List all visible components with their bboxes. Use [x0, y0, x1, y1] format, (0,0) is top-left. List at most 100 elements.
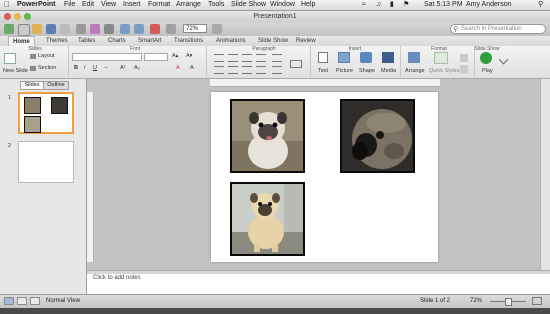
tab-outline[interactable]: Outline — [43, 81, 69, 90]
menu-insert[interactable]: Insert — [123, 0, 141, 10]
wifi-icon[interactable]: ≈ — [362, 0, 366, 10]
font-size-field[interactable] — [144, 53, 168, 61]
fit-to-window-icon[interactable] — [532, 297, 542, 305]
tab-transitions[interactable]: Transitions — [170, 36, 207, 46]
undo-icon[interactable] — [120, 24, 130, 34]
tab-slides[interactable]: Slides — [20, 81, 44, 90]
slide-thumbnail-2[interactable] — [18, 141, 74, 183]
apple-menu-icon[interactable]:  — [4, 0, 10, 10]
play-icon[interactable] — [480, 52, 492, 64]
shape-fill-icon[interactable] — [460, 54, 468, 62]
align-right-icon[interactable] — [242, 66, 252, 74]
menu-arrange[interactable]: Arrange — [176, 0, 201, 10]
notes-placeholder[interactable]: Click to add notes — [93, 275, 141, 281]
text-direction-icon[interactable] — [272, 54, 282, 62]
horizontal-ruler[interactable] — [210, 79, 440, 87]
zoom-slider-thumb[interactable] — [505, 298, 512, 306]
redo-icon[interactable] — [134, 24, 144, 34]
spotlight-icon[interactable]: ⚲ — [538, 0, 543, 10]
tab-review[interactable]: Review — [292, 36, 320, 46]
media-button[interactable]: Media — [381, 68, 396, 74]
arrange-icon[interactable] — [408, 52, 420, 63]
quick-styles-icon[interactable] — [434, 52, 448, 64]
slide-canvas[interactable] — [211, 92, 438, 262]
bold-icon[interactable]: B — [74, 65, 78, 71]
superscript-icon[interactable]: A² — [120, 65, 126, 71]
underline-icon[interactable]: U — [93, 65, 97, 71]
volume-icon[interactable]: ♫ — [376, 0, 381, 10]
menu-help[interactable]: Help — [301, 0, 315, 10]
font-color-icon[interactable]: A — [176, 65, 180, 71]
grow-font-icon[interactable]: A▴ — [172, 53, 178, 59]
shrink-font-icon[interactable]: A▾ — [186, 53, 192, 59]
chevron-down-icon[interactable] — [498, 54, 509, 65]
sidebar-toggle-icon[interactable] — [166, 24, 176, 34]
notes-splitter[interactable] — [87, 271, 550, 274]
slide-sorter-icon[interactable] — [17, 297, 27, 305]
media-icon[interactable] — [382, 52, 394, 63]
font-name-field[interactable] — [72, 53, 142, 61]
menu-slide-show[interactable]: Slide Show — [231, 0, 266, 10]
paste-icon[interactable] — [104, 24, 114, 34]
text-effects-icon[interactable]: A — [190, 65, 194, 71]
slide-show-view-icon[interactable] — [30, 297, 40, 305]
layout-button[interactable]: Layout — [38, 53, 55, 59]
vertical-scrollbar[interactable] — [540, 79, 550, 270]
decrease-indent-icon[interactable] — [242, 54, 252, 62]
shape-icon[interactable] — [360, 52, 372, 63]
menu-user[interactable]: Amy Anderson — [466, 0, 512, 10]
save-icon[interactable] — [46, 24, 56, 34]
align-center-icon[interactable] — [228, 66, 238, 74]
zoom-field[interactable]: 72% — [183, 24, 207, 33]
help-icon[interactable] — [212, 24, 222, 34]
play-button[interactable]: Play — [482, 68, 493, 74]
media-browser-icon[interactable] — [90, 24, 100, 34]
italic-icon[interactable]: I — [84, 65, 86, 71]
new-slide-icon[interactable] — [4, 53, 16, 64]
tab-slide-show[interactable]: Slide Show — [254, 36, 292, 46]
menu-app-name[interactable]: PowerPoint — [17, 0, 56, 10]
vertical-ruler[interactable] — [87, 92, 94, 262]
numbering-icon[interactable] — [228, 54, 238, 62]
flag-icon[interactable]: ⚑ — [403, 0, 409, 10]
menu-tools[interactable]: Tools — [208, 0, 224, 10]
pug-photo-3[interactable] — [230, 182, 305, 256]
tab-themes[interactable]: Themes — [42, 36, 72, 46]
new-icon[interactable] — [4, 24, 14, 34]
normal-view-icon[interactable] — [4, 297, 14, 305]
align-text-icon[interactable] — [290, 60, 302, 68]
justify-icon[interactable] — [256, 66, 266, 74]
menu-clock[interactable]: Sat 5:13 PM — [424, 0, 463, 10]
search-input[interactable]: ⚲ Search in Presentation — [450, 24, 546, 34]
quick-styles-button[interactable]: Quick Styles — [429, 68, 460, 74]
battery-icon[interactable]: ▮ — [390, 0, 394, 10]
tab-smartart[interactable]: SmartArt — [134, 36, 166, 46]
open-icon[interactable] — [32, 24, 42, 34]
menu-edit[interactable]: Edit — [82, 0, 94, 10]
slide-thumbnail-1[interactable] — [18, 92, 74, 134]
tab-charts[interactable]: Charts — [104, 36, 130, 46]
import-icon[interactable] — [76, 24, 86, 34]
menu-window[interactable]: Window — [270, 0, 295, 10]
increase-indent-icon[interactable] — [256, 54, 266, 62]
picture-button[interactable]: Picture — [336, 68, 353, 74]
shape-line-icon[interactable] — [460, 65, 468, 73]
menu-format[interactable]: Format — [148, 0, 170, 10]
align-left-icon[interactable] — [214, 66, 224, 74]
arrange-button[interactable]: Arrange — [405, 68, 425, 74]
tab-animations[interactable]: Animations — [212, 36, 250, 46]
bullets-icon[interactable] — [214, 54, 224, 62]
tab-tables[interactable]: Tables — [74, 36, 99, 46]
text-button[interactable]: Text — [318, 68, 328, 74]
format-painter-icon[interactable] — [150, 24, 160, 34]
shape-button[interactable]: Shape — [359, 68, 375, 74]
notes-pane[interactable]: Click to add notes — [87, 270, 550, 295]
menu-view[interactable]: View — [101, 0, 116, 10]
text-box-icon[interactable] — [318, 52, 328, 63]
print-icon[interactable] — [60, 24, 70, 34]
pug-photo-1[interactable] — [230, 99, 305, 173]
columns-icon[interactable] — [272, 66, 282, 74]
templates-icon[interactable] — [18, 24, 30, 36]
subscript-icon[interactable]: A₂ — [134, 65, 140, 71]
pug-photo-2[interactable] — [340, 99, 415, 173]
